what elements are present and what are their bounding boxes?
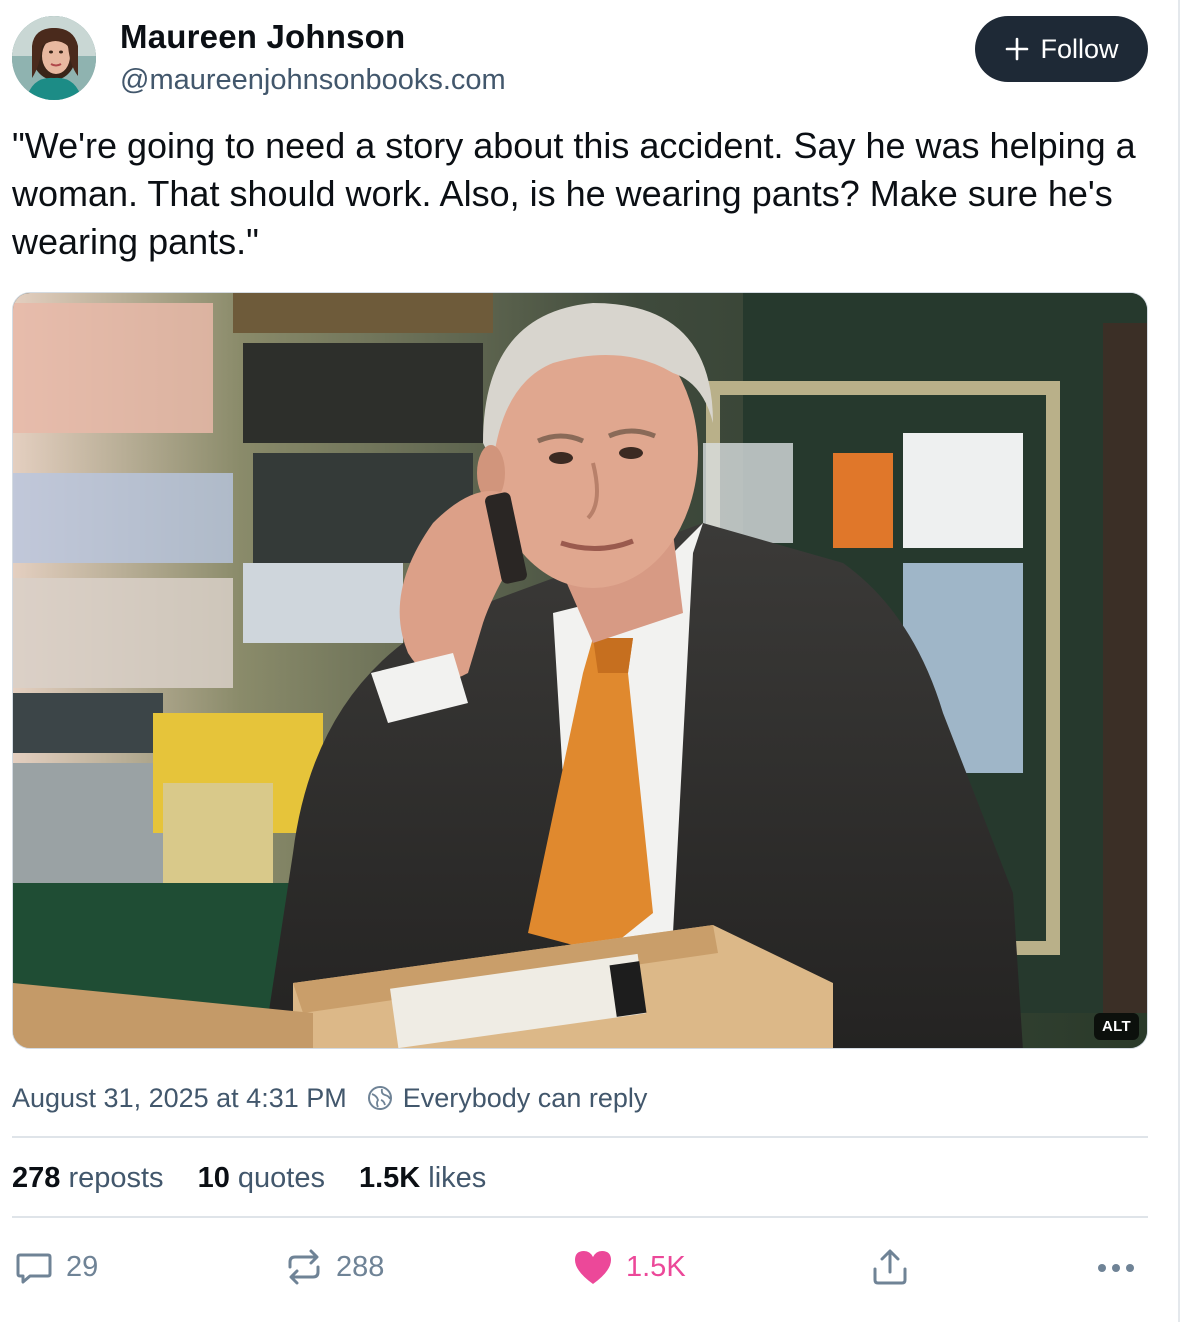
repost-icon [288,1249,320,1285]
reposts-stat[interactable]: 278 reposts [12,1162,164,1195]
follow-button[interactable]: Follow [975,16,1148,82]
repost-count: 288 [336,1250,385,1283]
follow-button-label: Follow [1040,33,1119,64]
share-button[interactable] [870,1244,910,1290]
likes-label: likes [428,1161,487,1194]
reposts-label: reposts [68,1161,164,1194]
author-display-name[interactable]: Maureen Johnson [120,18,405,56]
likes-stat[interactable]: 1.5K likes [359,1162,486,1195]
reply-setting: Everybody can reply [402,1082,648,1113]
quotes-stat[interactable]: 10 quotes [198,1162,325,1195]
comment-icon [16,1253,52,1284]
share-icon [873,1249,907,1285]
reply-count: 29 [66,1250,99,1283]
like-count: 1.5K [626,1250,686,1283]
author-handle[interactable]: @maureenjohnsonbooks.com [120,64,506,97]
engagement-stats: 278 reposts 10 quotes 1.5K likes [12,1158,520,1198]
post-text: "We're going to need a story about this … [12,125,1136,262]
post-image[interactable]: ALT [12,292,1148,1049]
divider [12,1136,1148,1138]
quotes-count: 10 [197,1161,230,1194]
post-meta: August 31, 2025 at 4:31 PM Everybody can… [12,1080,647,1116]
avatar-image [12,16,96,100]
reply-button[interactable]: 29 [14,1244,98,1290]
more-icon [1098,1264,1134,1272]
post-timestamp[interactable]: August 31, 2025 at 4:31 PM [12,1083,347,1114]
heart-icon [575,1251,611,1284]
divider [12,1216,1148,1218]
like-button[interactable]: 1.5K [572,1244,686,1290]
author-avatar[interactable] [12,16,96,100]
alt-text-badge[interactable]: ALT [1094,1013,1139,1040]
globe-icon [367,1086,392,1110]
quotes-label: quotes [237,1161,325,1194]
plus-icon [1006,37,1029,61]
repost-button[interactable]: 288 [284,1244,384,1290]
post-card: Maureen Johnson @maureenjohnsonbooks.com… [0,0,1180,1322]
likes-count: 1.5K [358,1161,421,1194]
more-options-button[interactable] [1094,1244,1138,1290]
post-actions: 29 288 1.5K [12,1244,1148,1290]
reposts-count: 278 [12,1161,61,1194]
post-photo [13,293,1147,1048]
